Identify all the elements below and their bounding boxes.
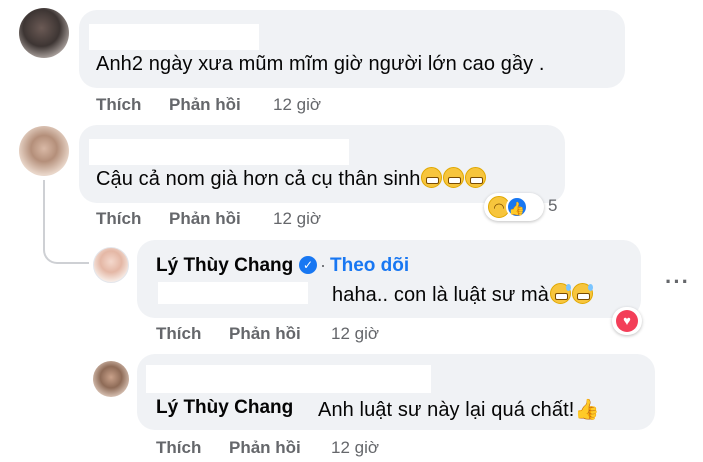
more-options-icon[interactable]: ···: [665, 269, 690, 295]
commenter-avatar[interactable]: [19, 126, 69, 176]
like-action[interactable]: Thích: [156, 438, 201, 458]
reply-text: Anh luật sư này lại quá chất!👍: [318, 397, 599, 422]
thumbs-up-emoji: 👍: [574, 399, 600, 421]
like-action[interactable]: Thích: [96, 209, 141, 229]
reply-timestamp[interactable]: 12 giờ: [331, 438, 379, 458]
reaction-summary[interactable]: ♥: [612, 307, 642, 335]
comment-text: Anh2 ngày xưa mũm mĩm giờ người lớn cao …: [96, 53, 545, 75]
redacted-name: [89, 24, 259, 50]
redacted-name: [146, 365, 431, 393]
reply-action[interactable]: Phản hồi: [229, 438, 301, 458]
reaction-count[interactable]: 5: [548, 196, 557, 216]
reply-action[interactable]: Phản hồi: [229, 324, 301, 344]
verified-badge-icon: ✓: [299, 256, 317, 274]
reply-text: haha.. con là luật sư mà: [332, 283, 594, 307]
redacted-mention: [158, 282, 308, 304]
sweat-smile-emoji: [550, 283, 572, 304]
reply-author-avatar[interactable]: [93, 361, 129, 397]
love-reaction-icon: ♥: [616, 310, 638, 332]
reply-action[interactable]: Phản hồi: [169, 209, 241, 229]
comment-text: Cậu cả nom già hơn cả cụ thân sinh: [96, 167, 487, 191]
sweat-smile-emoji: [572, 283, 594, 304]
reply-action[interactable]: Phản hồi: [169, 95, 241, 115]
comment-text-body: Cậu cả nom già hơn cả cụ thân sinh: [96, 168, 421, 190]
follow-button[interactable]: Theo dõi: [330, 255, 409, 277]
like-reaction-icon: 👍: [506, 196, 528, 218]
reply-text-body: Anh luật sư này lại quá chất!: [318, 399, 575, 421]
like-action[interactable]: Thích: [156, 324, 201, 344]
reply-author-name[interactable]: Lý Thùy Chang: [156, 255, 293, 277]
commenter-avatar[interactable]: [19, 8, 69, 58]
mentioned-name[interactable]: Lý Thùy Chang: [156, 397, 293, 419]
reply-text-body: haha.. con là luật sư mà: [332, 284, 550, 306]
like-action[interactable]: Thích: [96, 95, 141, 115]
grimace-emoji: [465, 167, 487, 188]
reply-author-avatar[interactable]: [93, 247, 129, 283]
reply-timestamp[interactable]: 12 giờ: [331, 324, 379, 344]
grimace-emoji: [443, 167, 465, 188]
separator-dot: ·: [320, 255, 326, 275]
redacted-name: [89, 139, 349, 165]
comment-timestamp[interactable]: 12 giờ: [273, 209, 321, 229]
grimace-emoji: [421, 167, 443, 188]
comment-timestamp[interactable]: 12 giờ: [273, 95, 321, 115]
reaction-summary[interactable]: ◠ 👍: [484, 193, 544, 221]
